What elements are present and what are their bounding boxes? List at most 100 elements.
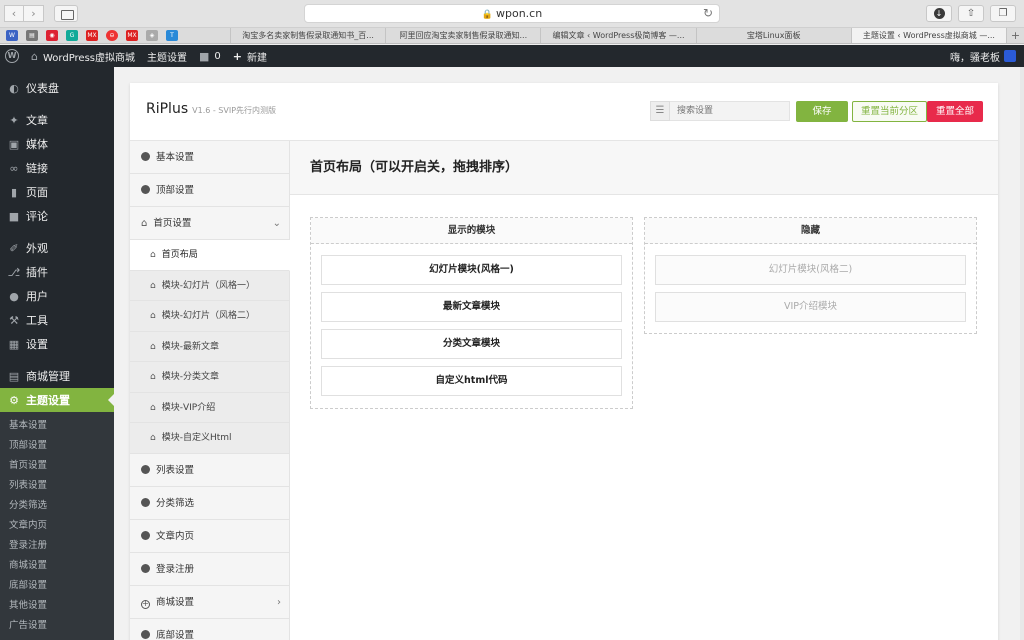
submenu-item[interactable]: 分类筛选 <box>0 496 114 516</box>
new-tab-button[interactable]: + <box>1006 28 1024 43</box>
menu-label: 评论 <box>26 210 48 223</box>
address-bar[interactable]: 🔒 wpon.cn ↻ <box>304 4 720 23</box>
wordpress-favicon-icon[interactable]: W <box>6 30 18 41</box>
menu-users[interactable]: ● 用户 <box>0 284 114 308</box>
module-item[interactable]: 幻灯片模块(风格二) <box>655 255 966 285</box>
module-item[interactable]: 最新文章模块 <box>321 292 622 322</box>
module-item[interactable]: 幻灯片模块(风格一) <box>321 255 622 285</box>
nav-sub-html[interactable]: ⌂ 模块-自定义Html <box>130 423 289 454</box>
menu-label: 媒体 <box>26 138 48 151</box>
menu-media[interactable]: ▣ 媒体 <box>0 132 114 156</box>
nav-article[interactable]: 文章内页 <box>130 520 289 553</box>
menu-posts[interactable]: ✦ 文章 <box>0 108 114 132</box>
menu-pages[interactable]: ▮ 页面 <box>0 180 114 204</box>
reload-icon[interactable]: ↻ <box>703 5 713 22</box>
submenu-item[interactable]: 首页设置 <box>0 456 114 476</box>
submenu-item[interactable]: 广告设置 <box>0 616 114 636</box>
module-item[interactable]: 分类文章模块 <box>321 329 622 359</box>
menu-tools[interactable]: ⚒ 工具 <box>0 308 114 332</box>
menu-dashboard[interactable]: ◐ 仪表盘 <box>0 76 114 100</box>
browser-tab[interactable]: 淘宝多名卖家制售假录取通知书_百... <box>230 28 385 43</box>
module-item[interactable]: 自定义html代码 <box>321 366 622 396</box>
nav-sub-slider-2[interactable]: ⌂ 模块-幻灯片（风格二） <box>130 301 289 332</box>
site-name-link[interactable]: ⌂ WordPress虚拟商城 <box>31 49 135 64</box>
mx-favicon-icon[interactable]: MX <box>126 30 138 41</box>
submenu-item[interactable]: 列表设置 <box>0 476 114 496</box>
submenu-item[interactable]: 基本设置 <box>0 416 114 436</box>
menu-label: 文章 <box>26 114 48 127</box>
browser-tab[interactable]: 阿里回应淘宝卖家制售假录取通知... <box>385 28 540 43</box>
new-content-link[interactable]: + 新建 <box>233 49 267 64</box>
nav-top[interactable]: 顶部设置 <box>130 174 289 207</box>
sidebar-toggle-button[interactable] <box>54 5 78 22</box>
menu-label: 工具 <box>26 314 48 327</box>
menu-plugins[interactable]: ⎇ 插件 <box>0 260 114 284</box>
forward-button[interactable]: › <box>24 5 44 22</box>
browser-tab[interactable]: 编辑文章 ‹ WordPress极简博客 —... <box>540 28 695 43</box>
greeting-label: 嗨，骚老板 <box>950 52 1000 64</box>
mx-favicon-icon[interactable]: MX <box>86 30 98 41</box>
nav-home[interactable]: ⌂ 首页设置 ⌄ <box>130 207 289 240</box>
submenu-item[interactable]: 商城设置 <box>0 556 114 576</box>
options-main: 首页布局（可以开启关，拖拽排序） 显示的模块 幻灯片模块(风格一) 最新文章模块… <box>290 141 998 640</box>
nav-basic[interactable]: 基本设置 <box>130 141 289 174</box>
menu-links[interactable]: ∞ 链接 <box>0 156 114 180</box>
reset-section-button[interactable]: 重置当前分区 <box>852 101 928 122</box>
theme-settings-link[interactable]: 主题设置 <box>147 49 187 64</box>
nav-filter[interactable]: 分类筛选 <box>130 487 289 520</box>
download-button[interactable]: ↓ <box>926 5 952 22</box>
nav-sub-home-layout[interactable]: ⌂ 首页布局 <box>130 240 290 271</box>
browser-tab-active[interactable]: 主题设置 ‹ WordPress虚拟商城 —... <box>850 28 1007 43</box>
tabs-overview-button[interactable]: ❐ <box>990 5 1016 22</box>
comments-link[interactable]: ■ 0 <box>199 50 221 63</box>
nav-sub-vip[interactable]: ⌂ 模块-VIP介绍 <box>130 392 289 423</box>
submenu-item[interactable]: 底部设置 <box>0 576 114 596</box>
plus-circle-icon: + <box>141 598 150 609</box>
nav-list[interactable]: 列表设置 <box>130 454 289 487</box>
submenu-item[interactable]: 其他设置 <box>0 596 114 616</box>
menu-expand-icon[interactable]: ☰ <box>650 101 670 121</box>
search-input[interactable] <box>670 101 790 121</box>
menu-shop-admin[interactable]: ▤ 商城管理 <box>0 364 114 388</box>
wp-admin-bar: W ⌂ WordPress虚拟商城 主题设置 ■ 0 + 新建 嗨，骚老板 <box>0 45 1024 67</box>
nav-sub-latest[interactable]: ⌂ 模块-最新文章 <box>130 331 289 362</box>
version-label: V1.6 - SVIP先行内测版 <box>192 106 277 115</box>
nav-label: 列表设置 <box>156 464 195 476</box>
disabled-modules-list: 隐藏 幻灯片模块(风格二) VIP介绍模块 <box>644 217 977 334</box>
t-favicon-icon[interactable]: T <box>166 30 178 41</box>
settings-search: ☰ <box>650 101 790 121</box>
submenu-item[interactable]: 顶部设置 <box>0 436 114 456</box>
home-icon: ⌂ <box>150 280 156 291</box>
menu-settings[interactable]: ▦ 设置 <box>0 332 114 356</box>
nav-footer[interactable]: 底部设置 <box>130 619 289 640</box>
circle-icon <box>141 563 150 573</box>
wordpress-logo-icon[interactable]: W <box>5 49 19 63</box>
circle-icon <box>141 629 150 639</box>
menu-appearance[interactable]: ✐ 外观 <box>0 236 114 260</box>
cat-favicon-icon[interactable]: ◈ <box>146 30 158 41</box>
reset-all-button[interactable]: 重置全部 <box>927 101 984 122</box>
nav-sub-category[interactable]: ⌂ 模块-分类文章 <box>130 362 289 393</box>
menu-theme-settings[interactable]: ⚙ 主题设置 <box>0 388 114 412</box>
nav-login[interactable]: 登录注册 <box>130 553 289 586</box>
enabled-modules-list: 显示的模块 幻灯片模块(风格一) 最新文章模块 分类文章模块 自定义html代码 <box>310 217 633 409</box>
save-button[interactable]: 保存 <box>796 101 848 122</box>
submenu-item[interactable]: 文章内页 <box>0 516 114 536</box>
share-button[interactable]: ⇧ <box>958 5 984 22</box>
page-scrollbar[interactable] <box>1020 67 1024 640</box>
g-favicon-icon[interactable]: G <box>66 30 78 41</box>
ban-favicon-icon[interactable]: ⊖ <box>106 30 118 41</box>
nav-label: 文章内页 <box>156 530 195 542</box>
back-button[interactable]: ‹ <box>4 5 24 22</box>
gmail-favicon-icon[interactable]: ◉ <box>46 30 58 41</box>
comment-icon: ■ <box>199 49 210 63</box>
panel-header: RiPlusV1.6 - SVIP先行内测版 ☰ 保存 重置当前分区 重置全部 <box>130 83 998 141</box>
nav-sub-slider-1[interactable]: ⌂ 模块-幻灯片（风格一） <box>130 270 289 301</box>
nav-shop[interactable]: + 商城设置 › <box>130 586 289 619</box>
submenu-item[interactable]: 登录注册 <box>0 536 114 556</box>
doc-favicon-icon[interactable]: ▤ <box>26 30 38 41</box>
menu-comments[interactable]: ■ 评论 <box>0 204 114 228</box>
account-menu[interactable]: 嗨，骚老板 <box>950 49 1016 64</box>
module-item[interactable]: VIP介绍模块 <box>655 292 966 322</box>
browser-tab[interactable]: 宝塔Linux面板 <box>695 28 851 43</box>
